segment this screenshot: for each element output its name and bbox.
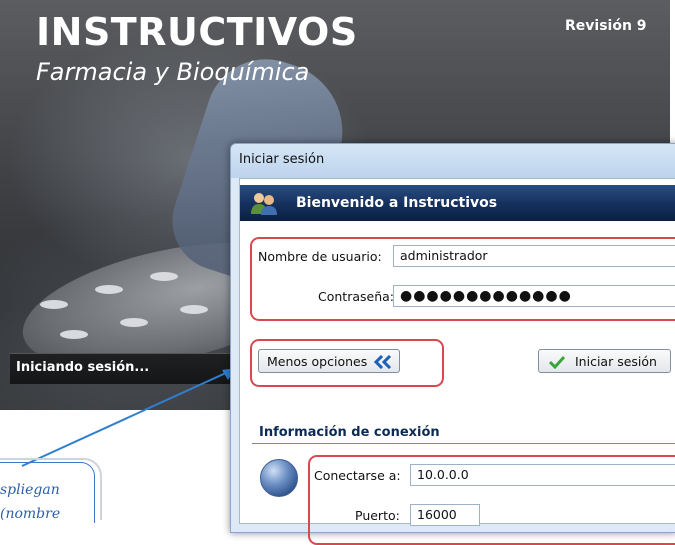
less-options-button[interactable]: Menos opciones (258, 349, 400, 373)
port-input[interactable]: 16000 (410, 504, 480, 526)
dialog-body: Bienvenido a Instructivos Nombre de usua… (239, 178, 675, 545)
double-chevron-left-icon (373, 355, 392, 369)
login-dialog: Iniciar sesión Bienvenido a Instructivos… (230, 143, 675, 545)
port-label: Puerto: (355, 508, 400, 523)
tray-hole (150, 272, 178, 281)
globe-icon (260, 459, 298, 497)
username-input[interactable]: administrador (393, 245, 675, 267)
tray-hole (120, 318, 148, 327)
checkmark-icon (549, 355, 565, 369)
users-icon (251, 193, 277, 215)
login-button-label: Iniciar sesión (575, 354, 657, 369)
dialog-title: Iniciar sesión (239, 152, 325, 167)
connect-label: Conectarse a: (314, 468, 401, 483)
less-options-label: Menos opciones (267, 354, 368, 369)
section-divider (252, 443, 675, 444)
callout-text-line1: spliegan (0, 482, 60, 498)
splash-title: INSTRUCTIVOS (36, 10, 358, 54)
connection-heading: Información de conexión (259, 425, 440, 440)
tray-hole (40, 300, 68, 309)
revision-label: Revisión 9 (565, 18, 647, 34)
callout-text-line2: (nombre (0, 506, 61, 522)
tray-hole (60, 330, 88, 339)
dialog-titlebar[interactable]: Iniciar sesión (231, 144, 675, 178)
welcome-banner: Bienvenido a Instructivos (240, 185, 675, 221)
connect-input[interactable]: 10.0.0.0 (410, 464, 675, 486)
splash-subtitle: Farmacia y Bioquímica (36, 58, 310, 86)
login-button[interactable]: Iniciar sesión (538, 349, 671, 373)
tray-hole (180, 305, 208, 314)
tray-hole (95, 285, 123, 294)
password-input[interactable]: ●●●●●●●●●●●●● (393, 285, 675, 307)
password-label: Contraseña: (318, 289, 394, 304)
welcome-text: Bienvenido a Instructivos (296, 195, 498, 211)
username-label: Nombre de usuario: (258, 249, 382, 264)
